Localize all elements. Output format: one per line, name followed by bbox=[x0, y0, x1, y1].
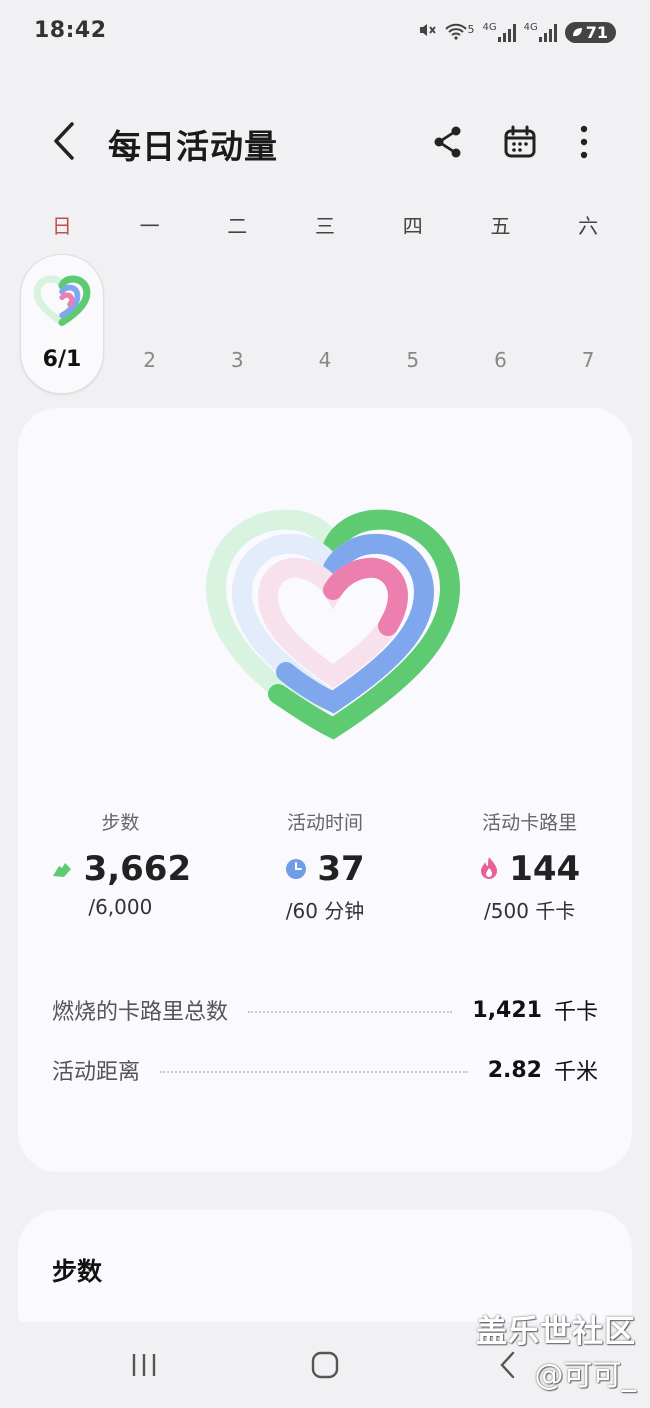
calendar-icon bbox=[504, 125, 536, 158]
weekday-label: 三 bbox=[315, 214, 336, 238]
mute-icon bbox=[417, 20, 437, 44]
total-calories-unit: 千卡 bbox=[553, 1000, 598, 1025]
date-cell[interactable]: 6 bbox=[457, 254, 545, 394]
date-label: 2 bbox=[143, 348, 156, 372]
active-calories-label: 活动卡路里 bbox=[482, 812, 578, 834]
active-distance-label: 活动距离 bbox=[52, 1060, 141, 1085]
clock-icon bbox=[285, 849, 307, 889]
activity-rings-heart bbox=[205, 509, 461, 740]
home-icon bbox=[311, 1351, 339, 1379]
nav-back-icon bbox=[500, 1351, 515, 1379]
active-distance-unit: 千米 bbox=[553, 1060, 598, 1085]
more-vertical-icon bbox=[580, 125, 588, 159]
mini-activity-heart-icon bbox=[33, 275, 91, 326]
total-calories-row: 燃烧的卡路里总数 1,421 千卡 bbox=[52, 994, 598, 1026]
selected-date-pill[interactable]: 6/1 bbox=[20, 254, 104, 394]
weekday-label: 二 bbox=[227, 214, 248, 238]
date-cell[interactable]: 3 bbox=[193, 254, 281, 394]
steps-label: 步数 bbox=[101, 812, 140, 834]
activity-summary-card[interactable]: 步数 3,662 /6,000 活动时间 37 /60 分钟 活动卡路里 144… bbox=[18, 408, 632, 1172]
dotted-leader bbox=[248, 1011, 453, 1013]
recent-apps-button[interactable] bbox=[124, 1348, 164, 1382]
date-cell-selected[interactable]: 6/1 bbox=[18, 254, 106, 394]
weekday-label: 六 bbox=[578, 214, 599, 238]
dotted-leader bbox=[160, 1071, 468, 1073]
activity-stats: 步数 3,662 /6,000 活动时间 37 /60 分钟 活动卡路里 144… bbox=[18, 808, 632, 924]
home-button[interactable] bbox=[305, 1348, 345, 1382]
status-icons: 5 4G 4G 71 bbox=[417, 20, 616, 44]
steps-goal: /6,000 bbox=[88, 895, 153, 919]
active-time-stat[interactable]: 活动时间 37 /60 分钟 bbox=[223, 808, 428, 924]
page-title: 每日活动量 bbox=[108, 127, 278, 166]
status-time: 18:42 bbox=[34, 18, 107, 43]
battery-leaf-icon bbox=[571, 23, 583, 42]
shoe-icon bbox=[50, 849, 74, 889]
total-calories-value: 1,421 bbox=[472, 997, 542, 1023]
network-type-1: 4G bbox=[482, 22, 497, 33]
network-type-2: 4G bbox=[523, 22, 538, 33]
back-arrow-icon bbox=[54, 122, 74, 160]
steps-stat[interactable]: 步数 3,662 /6,000 bbox=[18, 808, 223, 924]
signal-1: 4G bbox=[482, 22, 516, 42]
recent-apps-icon bbox=[132, 1354, 156, 1376]
date-cell[interactable]: 4 bbox=[281, 254, 369, 394]
date-strip: 6/1 2 3 4 5 6 7 bbox=[18, 254, 632, 394]
weekday-label: 五 bbox=[490, 214, 511, 238]
flame-icon bbox=[479, 849, 499, 889]
active-distance-value: 2.82 bbox=[487, 1057, 542, 1083]
active-time-value: 37 bbox=[317, 849, 365, 889]
date-cell[interactable]: 2 bbox=[106, 254, 194, 394]
share-icon bbox=[434, 126, 461, 158]
status-bar: 18:42 5 4G 4G 71 bbox=[0, 0, 650, 66]
nav-back-button[interactable] bbox=[488, 1348, 528, 1382]
active-time-label: 活动时间 bbox=[287, 812, 364, 834]
active-time-goal: /60 分钟 bbox=[285, 899, 365, 923]
active-distance-row: 活动距离 2.82 千米 bbox=[52, 1054, 598, 1086]
battery-level: 71 bbox=[585, 22, 608, 42]
weekday-header: 日 一 二 三 四 五 六 bbox=[18, 210, 632, 239]
steps-value: 3,662 bbox=[83, 849, 192, 889]
watermark-author: @可可_ bbox=[534, 1358, 636, 1392]
date-label: 4 bbox=[318, 348, 332, 372]
active-calories-stat[interactable]: 活动卡路里 144 /500 千卡 bbox=[427, 808, 632, 924]
date-label: 3 bbox=[230, 348, 244, 372]
selected-date-label: 6/1 bbox=[42, 347, 82, 372]
total-calories-label: 燃烧的卡路里总数 bbox=[52, 1000, 229, 1025]
weekday-label: 一 bbox=[139, 214, 160, 238]
share-button[interactable] bbox=[428, 122, 468, 162]
battery-indicator: 71 bbox=[564, 21, 616, 43]
weekday-label: 日 bbox=[51, 214, 72, 238]
watermark-text: 盖乐世社区 bbox=[476, 1314, 636, 1350]
date-label: 6 bbox=[494, 348, 507, 372]
active-calories-value: 144 bbox=[509, 849, 581, 889]
weekday-label: 四 bbox=[402, 214, 423, 238]
active-calories-goal: /500 千卡 bbox=[484, 899, 576, 923]
date-cell[interactable]: 7 bbox=[544, 254, 632, 394]
wifi-icon: 5 bbox=[445, 23, 474, 41]
date-label: 5 bbox=[406, 348, 420, 372]
app-bar: 每日活动量 bbox=[0, 100, 650, 184]
calendar-button[interactable] bbox=[500, 122, 540, 162]
steps-card-title: 步数 bbox=[52, 1257, 103, 1286]
date-cell[interactable]: 5 bbox=[369, 254, 457, 394]
signal-2: 4G bbox=[524, 22, 557, 42]
more-options-button[interactable] bbox=[564, 122, 604, 162]
back-button[interactable] bbox=[50, 120, 80, 162]
wifi-label: 5 bbox=[467, 23, 475, 36]
date-label: 7 bbox=[581, 348, 595, 372]
